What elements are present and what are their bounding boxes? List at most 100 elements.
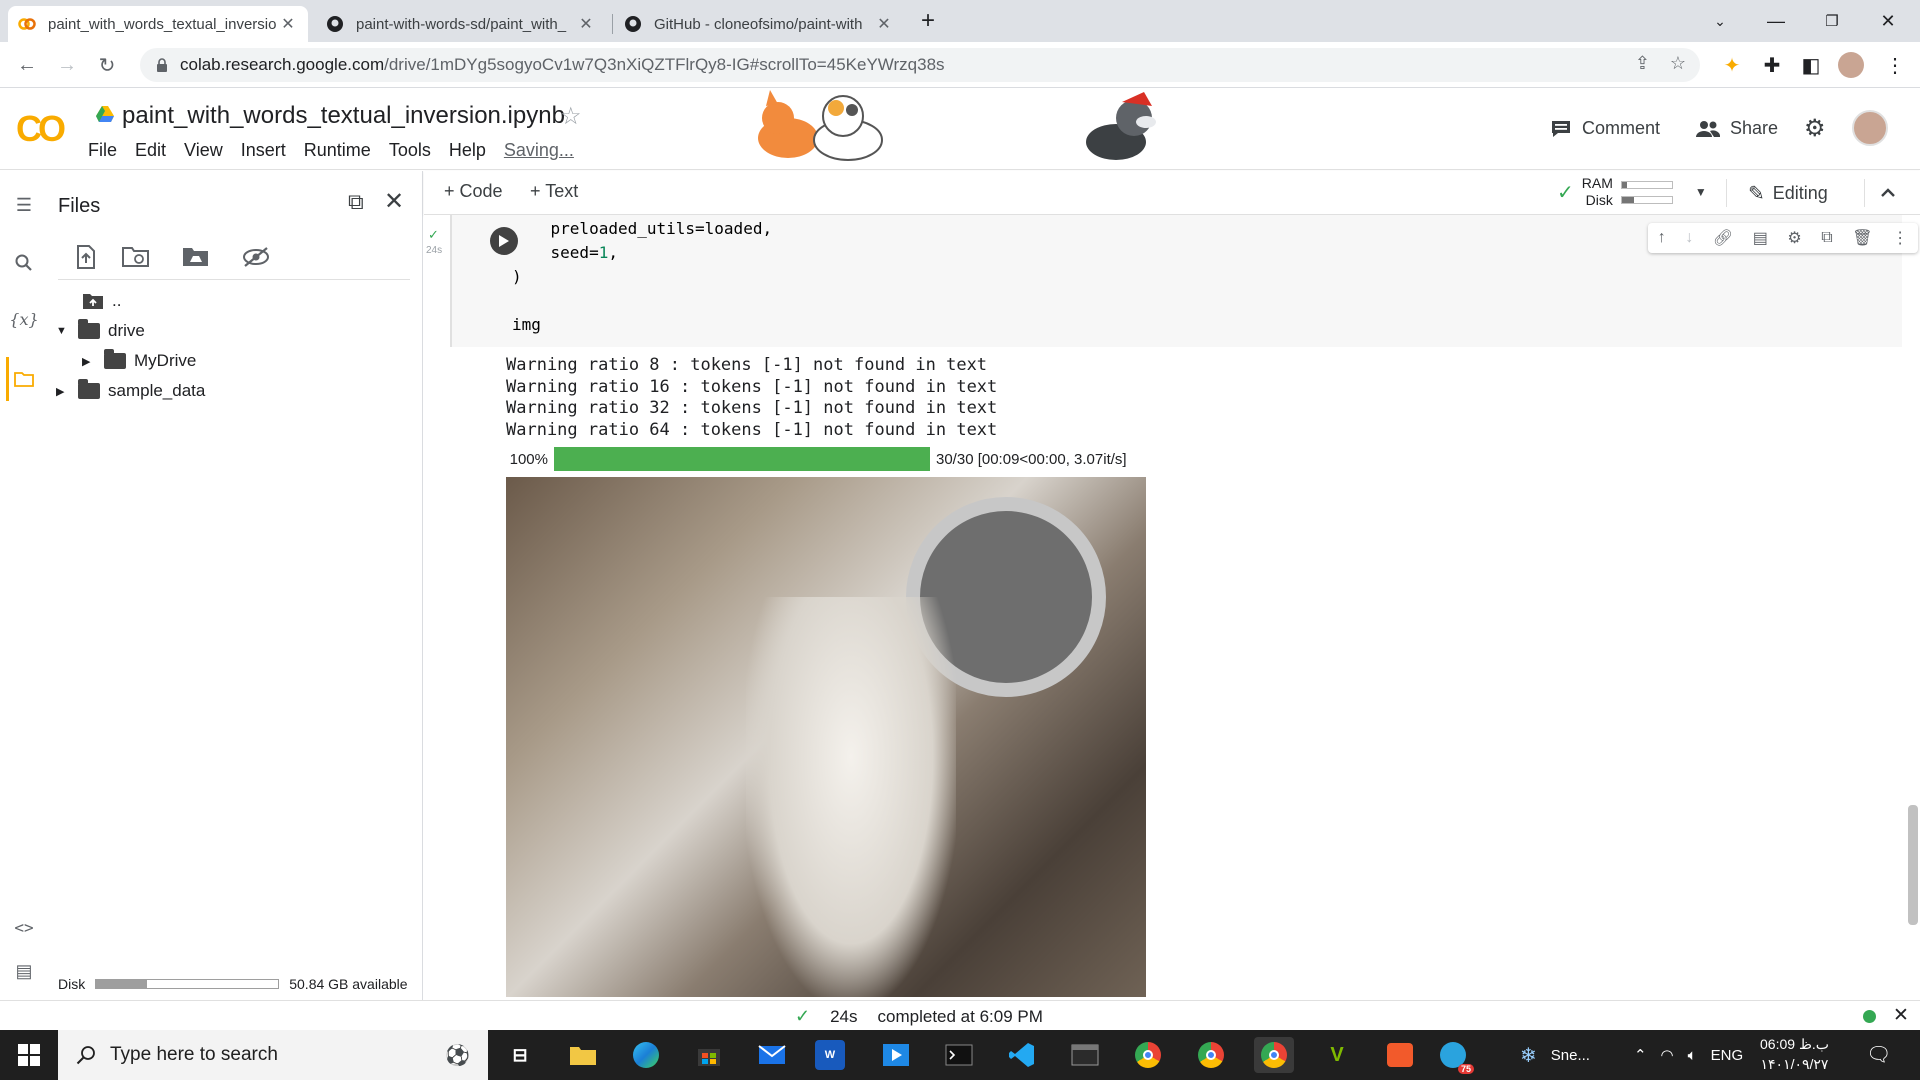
share-button[interactable]: Share	[1696, 118, 1778, 139]
close-panel-icon[interactable]: ✕	[384, 187, 404, 216]
word-icon[interactable]: W	[815, 1040, 845, 1070]
tab-search-icon[interactable]: ⌄	[1692, 0, 1748, 42]
back-arrow-icon[interactable]: ←	[12, 50, 42, 80]
close-window-button[interactable]: ✕	[1860, 0, 1916, 42]
window-app-icon[interactable]	[1065, 1037, 1105, 1073]
open-in-tab-icon[interactable]: ⧉	[348, 189, 364, 215]
add-code-button[interactable]: + Code	[444, 181, 503, 202]
collapse-header-icon[interactable]	[1870, 175, 1906, 211]
move-up-icon[interactable]: ↑	[1658, 229, 1666, 247]
tab-github-1[interactable]: paint-with-words-sd/paint_with_ ✕	[316, 6, 606, 42]
saving-status[interactable]: Saving...	[504, 140, 574, 161]
clock[interactable]: 06:09 ب.ظ ۱۴۰۱/۰۹/۲۷	[1760, 1034, 1829, 1074]
files-folder-icon[interactable]	[8, 363, 40, 395]
taskbar-search[interactable]: Type here to search ⚽	[58, 1030, 488, 1080]
menu-tools[interactable]: Tools	[389, 140, 431, 161]
profile-avatar[interactable]	[1836, 50, 1866, 80]
resources-indicator[interactable]: ✓ RAM Disk ▼	[1557, 175, 1707, 209]
refresh-folder-icon[interactable]	[120, 241, 152, 273]
tab-github-2[interactable]: GitHub - cloneofsimo/paint-with ✕	[614, 6, 904, 42]
tree-item-sample-data[interactable]: ▶ sample_data	[56, 379, 205, 401]
notifications-icon[interactable]: 🗨︎	[1866, 1042, 1891, 1067]
puzzle-extensions-icon[interactable]: ✚	[1757, 50, 1787, 80]
menu-help[interactable]: Help	[449, 140, 486, 161]
chrome-profile-icon[interactable]	[1191, 1037, 1231, 1073]
caret-down-icon[interactable]: ▼	[56, 325, 70, 337]
store-icon[interactable]	[689, 1037, 729, 1073]
hide-files-icon[interactable]	[240, 241, 272, 273]
more-options-icon[interactable]: ⋮	[1892, 228, 1908, 248]
link-icon[interactable]: 🔗︎	[1713, 228, 1733, 248]
notebook-scrollbar[interactable]	[1908, 805, 1918, 925]
file-explorer-icon[interactable]	[563, 1037, 603, 1073]
comment-button[interactable]: Comment	[1550, 118, 1660, 139]
language-indicator[interactable]: ENG	[1711, 1047, 1744, 1064]
move-down-icon[interactable]: ↓	[1685, 229, 1693, 247]
speaker-icon[interactable]: 🔈︎	[1688, 1047, 1697, 1064]
parent-directory[interactable]: ..	[82, 291, 121, 311]
forward-arrow-icon[interactable]: →	[52, 50, 82, 80]
code-cell[interactable]: preloaded_utils=loaded, seed=1, ) img ↑ …	[450, 215, 1918, 347]
tree-item-mydrive[interactable]: ▶ MyDrive	[82, 349, 196, 371]
delete-icon[interactable]: 🗑︎	[1852, 228, 1872, 248]
notebook-title[interactable]: paint_with_words_textual_inversion.ipynb	[122, 102, 565, 130]
minimize-button[interactable]: —	[1748, 0, 1804, 42]
task-view-icon[interactable]: ⊟	[500, 1037, 540, 1073]
side-panel-icon[interactable]: ◧	[1796, 50, 1826, 80]
dropdown-caret-icon[interactable]: ▼	[1695, 185, 1707, 199]
colab-logo[interactable]: CO	[16, 108, 66, 150]
mail-icon[interactable]	[752, 1037, 792, 1073]
chrome-menu-icon[interactable]: ⋮	[1880, 50, 1910, 80]
caret-right-icon[interactable]: ▶	[56, 385, 70, 398]
table-of-contents-icon[interactable]: ☰	[8, 189, 40, 221]
new-tab-button[interactable]: +	[908, 0, 948, 42]
edge-icon[interactable]	[626, 1037, 666, 1073]
close-tab-icon[interactable]: ✕	[576, 14, 596, 34]
windows-start-button[interactable]	[0, 1030, 58, 1080]
menu-edit[interactable]: Edit	[135, 140, 166, 161]
menu-file[interactable]: File	[88, 140, 117, 161]
menu-insert[interactable]: Insert	[241, 140, 286, 161]
restore-button[interactable]: ❐	[1804, 0, 1860, 42]
share-page-icon[interactable]: ⇪	[1635, 53, 1650, 74]
comment-icon[interactable]: ▤	[1753, 228, 1768, 248]
chevron-up-icon[interactable]: ⌃	[1634, 1046, 1647, 1064]
code-snippets-icon[interactable]: <>	[8, 911, 40, 943]
mirror-cell-icon[interactable]: ⧉	[1821, 229, 1832, 247]
reload-icon[interactable]: ↻	[92, 50, 122, 80]
weather-text[interactable]: Sne...	[1551, 1047, 1590, 1064]
tree-item-drive[interactable]: ▼ drive	[56, 319, 145, 341]
close-status-icon[interactable]: ✕	[1893, 1004, 1909, 1027]
settings-gear-icon[interactable]: ⚙	[1804, 114, 1826, 143]
editing-mode-button[interactable]: ✎ Editing	[1748, 181, 1828, 206]
close-tab-icon[interactable]: ✕	[278, 14, 298, 34]
terminal-icon[interactable]: ▤	[8, 955, 40, 987]
variables-icon[interactable]: {x}	[8, 303, 40, 335]
caret-right-icon[interactable]: ▶	[82, 355, 96, 368]
search-icon[interactable]	[8, 247, 40, 279]
user-avatar[interactable]	[1852, 110, 1888, 146]
vscode-icon[interactable]	[1002, 1037, 1042, 1073]
tab-colab[interactable]: paint_with_words_textual_inversio ✕	[8, 6, 308, 42]
upload-file-icon[interactable]	[70, 241, 102, 273]
chrome-icon[interactable]	[1128, 1037, 1168, 1073]
extension-icon[interactable]: ✦	[1717, 50, 1747, 80]
mount-drive-icon[interactable]	[180, 241, 212, 273]
add-text-button[interactable]: + Text	[530, 181, 578, 202]
chrome-active-icon[interactable]	[1254, 1037, 1294, 1073]
terminal-app-icon[interactable]	[939, 1037, 979, 1073]
star-icon[interactable]: ☆	[560, 102, 582, 131]
media-player-icon[interactable]	[876, 1037, 916, 1073]
cell-settings-icon[interactable]: ⚙	[1787, 228, 1801, 248]
vim-icon[interactable]: V	[1317, 1037, 1357, 1073]
execution-status[interactable]: ✓ 24s completed at 6:09 PM	[795, 1006, 1043, 1027]
close-tab-icon[interactable]: ✕	[874, 14, 894, 34]
telegram-icon[interactable]: 75	[1433, 1037, 1474, 1074]
code-editor[interactable]: preloaded_utils=loaded, seed=1, ) img	[512, 217, 772, 337]
menu-runtime[interactable]: Runtime	[304, 140, 371, 161]
menu-view[interactable]: View	[184, 140, 223, 161]
bookmark-star-icon[interactable]: ☆	[1670, 53, 1686, 74]
snowflake-weather-icon[interactable]: ❄	[1520, 1043, 1537, 1068]
wifi-icon[interactable]: ◠	[1661, 1046, 1674, 1064]
camera-app-icon[interactable]	[1380, 1037, 1420, 1073]
